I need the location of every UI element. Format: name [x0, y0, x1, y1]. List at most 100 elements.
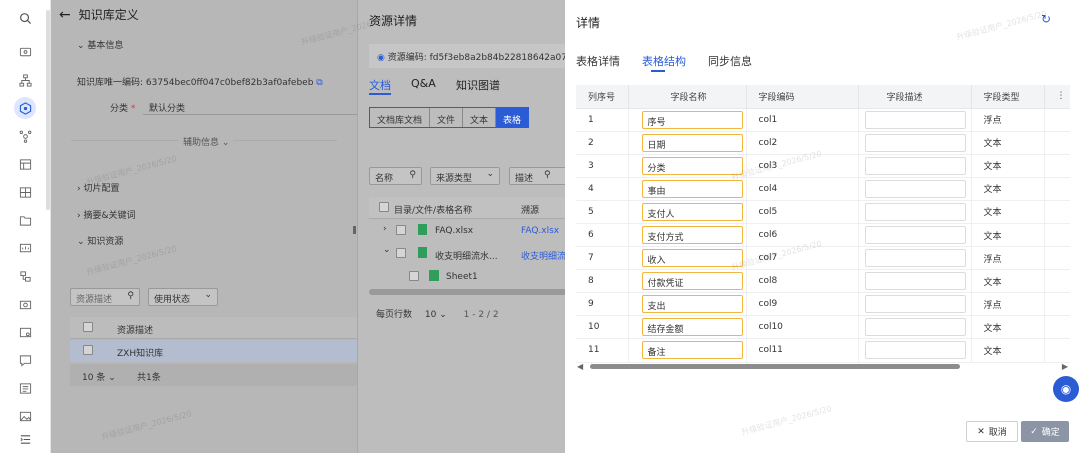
- search-icon[interactable]: [14, 7, 36, 29]
- field-name-input[interactable]: 支出: [641, 295, 743, 314]
- cell-index: 8: [576, 269, 629, 294]
- section-summary[interactable]: › 摘要&关键词: [77, 208, 136, 221]
- kb-code-label: 知识库唯一编码: 63754bec0ff047c0bef82b3af0afebe…: [77, 75, 323, 88]
- field-desc-input[interactable]: [864, 341, 966, 360]
- section-resources[interactable]: ⌄ 知识资源: [77, 234, 123, 247]
- chevron-right-icon: ›: [77, 184, 81, 194]
- field-desc-input[interactable]: [864, 226, 966, 245]
- tab-doc[interactable]: 文档: [369, 77, 391, 93]
- cell-extra: [1044, 108, 1070, 132]
- camera-icon[interactable]: [14, 293, 36, 315]
- row-source-link[interactable]: 收支明细流...: [521, 249, 565, 262]
- scroll-left-arrow-icon[interactable]: ◀: [577, 362, 583, 371]
- search-icon[interactable]: ⚲: [127, 291, 134, 301]
- field-name-input[interactable]: 收入: [641, 249, 743, 268]
- cell-field-name: 付款凭证: [628, 269, 747, 294]
- collapse-menu-icon[interactable]: [14, 428, 36, 450]
- chat-assistant-button[interactable]: ◉: [1053, 376, 1079, 402]
- row-source-link[interactable]: FAQ.xlsx: [521, 226, 559, 236]
- field-desc-input[interactable]: [864, 295, 966, 314]
- field-desc-input[interactable]: [864, 110, 966, 129]
- field-name-input[interactable]: 支付人: [641, 202, 743, 221]
- copy-icon[interactable]: ⧉: [316, 78, 322, 88]
- confirm-button[interactable]: ✓ 确定: [1021, 421, 1069, 442]
- field-name-input[interactable]: 结存金额: [641, 318, 743, 337]
- field-desc-input[interactable]: [864, 133, 966, 152]
- search-icon[interactable]: ⚲: [544, 170, 551, 180]
- folder-icon[interactable]: [14, 209, 36, 231]
- aux-info-toggle[interactable]: 辅助信息 ⌄: [179, 135, 234, 148]
- chevron-down-icon[interactable]: ⌄: [383, 245, 391, 255]
- table-row[interactable]: ZXH知识库: [70, 340, 357, 362]
- field-desc-input[interactable]: [864, 156, 966, 175]
- cell-extra: [1044, 177, 1070, 201]
- field-name-input[interactable]: 序号: [641, 110, 743, 129]
- resource-desc-filter[interactable]: 资源描述 ⚲: [70, 288, 140, 306]
- row-name: FAQ.xlsx: [435, 226, 474, 236]
- knowledge-base-icon[interactable]: [14, 97, 36, 119]
- monitor-icon[interactable]: [14, 41, 36, 63]
- image-icon[interactable]: [14, 405, 36, 427]
- row-checkbox[interactable]: [396, 225, 406, 235]
- table-row[interactable]: ⌄ 收支明细流水... 收支明细流...: [369, 243, 565, 265]
- row-checkbox[interactable]: [409, 271, 419, 281]
- table-icon[interactable]: [14, 153, 36, 175]
- field-name-input[interactable]: 备注: [641, 341, 743, 360]
- name-filter[interactable]: 名称 ⚲: [369, 167, 422, 185]
- field-desc-input[interactable]: [864, 318, 966, 337]
- field-name-input[interactable]: 支付方式: [641, 226, 743, 245]
- row-checkbox[interactable]: [83, 345, 93, 355]
- field-desc-input[interactable]: [864, 179, 966, 198]
- category-select[interactable]: 默认分类: [143, 96, 357, 115]
- subtab-kb-doc[interactable]: 文档库文档: [370, 108, 431, 127]
- field-name-input[interactable]: 事由: [641, 179, 743, 198]
- section-basic-info[interactable]: ⌄ 基本信息: [77, 38, 123, 51]
- field-desc-input[interactable]: [864, 202, 966, 221]
- table-row[interactable]: › FAQ.xlsx FAQ.xlsx: [369, 220, 565, 242]
- scroll-right-arrow-icon[interactable]: ▶: [1062, 362, 1068, 371]
- search-icon[interactable]: ⚲: [409, 170, 416, 180]
- desc-filter[interactable]: 描述 ⚲: [509, 167, 565, 185]
- field-desc-input[interactable]: [864, 272, 966, 291]
- chat-icon[interactable]: [14, 349, 36, 371]
- cell-field-code: col5: [746, 200, 859, 224]
- settings-card-icon[interactable]: [14, 321, 36, 343]
- dashboard-icon[interactable]: [14, 237, 36, 259]
- subtab-table[interactable]: 表格: [496, 108, 529, 127]
- horizontal-scrollbar[interactable]: ◀ ▶: [577, 362, 1070, 372]
- sidebar-scrollbar[interactable]: [46, 10, 50, 210]
- detail-drawer: 详情 ↻ 表格详情 表格结构 同步信息 列序号 字段名称 字段编码 字段描述 字…: [565, 0, 1080, 453]
- select-all-checkbox[interactable]: [83, 322, 93, 332]
- field-desc-input[interactable]: [864, 249, 966, 268]
- network-icon[interactable]: [14, 125, 36, 147]
- page-size-select[interactable]: 10 ⌄: [425, 310, 447, 320]
- horizontal-scrollbar[interactable]: [369, 289, 565, 295]
- status-filter[interactable]: 使用状态 ⌄: [148, 288, 218, 306]
- cell-index: 7: [576, 246, 629, 271]
- list-icon[interactable]: [14, 377, 36, 399]
- tab-sync-info[interactable]: 同步信息: [708, 53, 752, 69]
- subtab-file[interactable]: 文件: [430, 108, 464, 127]
- cancel-button[interactable]: ✕ 取消: [966, 421, 1018, 442]
- table-row[interactable]: Sheet1: [369, 266, 565, 288]
- row-checkbox[interactable]: [396, 248, 406, 258]
- scrollbar-thumb[interactable]: [590, 364, 960, 369]
- resize-handle[interactable]: [353, 226, 356, 234]
- field-name-input[interactable]: 分类: [641, 156, 743, 175]
- field-name-input[interactable]: 付款凭证: [641, 272, 743, 291]
- page-size-label: 每页行数: [376, 310, 413, 320]
- grid-icon[interactable]: [14, 181, 36, 203]
- tab-qa[interactable]: Q&A: [411, 77, 436, 90]
- org-tree-icon[interactable]: [14, 69, 36, 91]
- tab-table-structure[interactable]: 表格结构: [642, 53, 686, 69]
- layers-icon[interactable]: [14, 265, 36, 287]
- select-all-checkbox[interactable]: [379, 202, 389, 212]
- source-type-filter[interactable]: 来源类型 ⌄: [430, 167, 500, 185]
- field-name-input[interactable]: 日期: [641, 133, 743, 152]
- back-arrow-icon[interactable]: ←: [59, 7, 71, 23]
- chevron-right-icon[interactable]: ›: [383, 224, 387, 234]
- subtab-text[interactable]: 文本: [463, 108, 497, 127]
- tab-knowledge-graph[interactable]: 知识图谱: [456, 77, 500, 93]
- tab-table-detail[interactable]: 表格详情: [576, 53, 620, 69]
- page-size-select[interactable]: 10 条 ⌄: [82, 370, 116, 383]
